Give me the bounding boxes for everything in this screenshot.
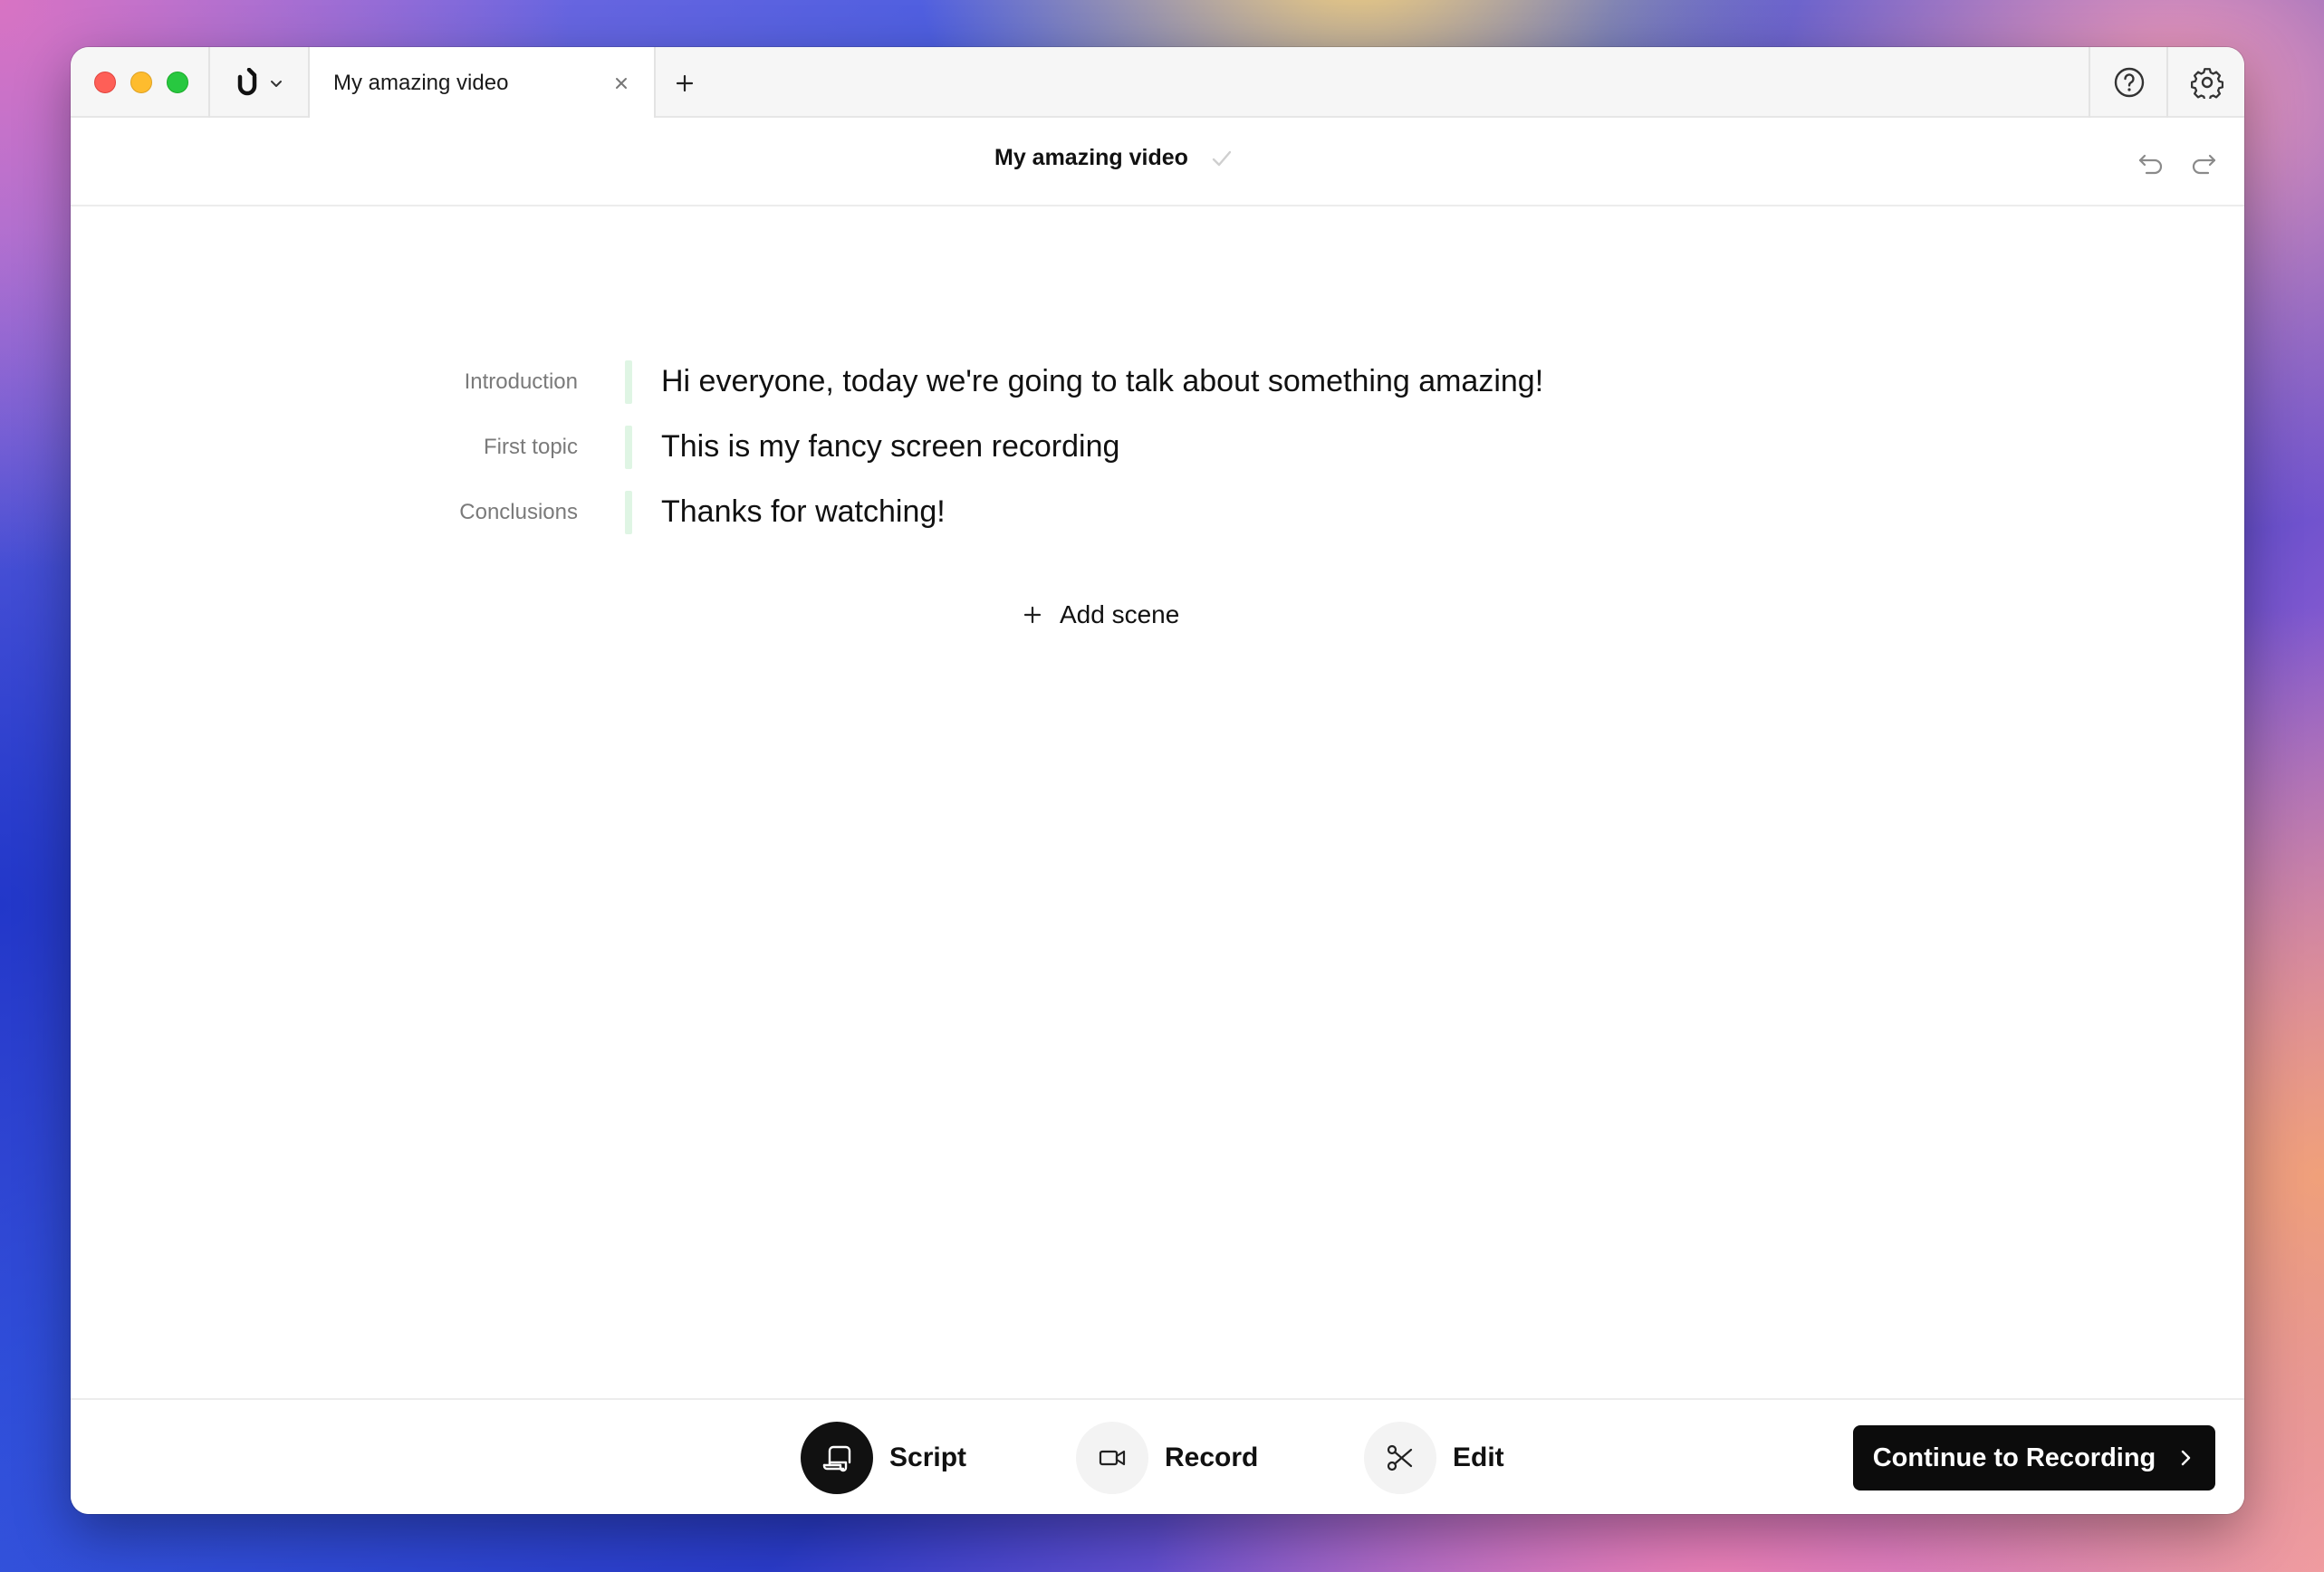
app-logo-icon — [237, 68, 257, 96]
app-window: My amazing video My amazing video Introd… — [71, 47, 2244, 1514]
scene-marker — [625, 491, 632, 534]
settings-button[interactable] — [2186, 62, 2228, 103]
step-record-group[interactable]: Record — [1076, 1422, 1258, 1494]
scissors-icon — [1387, 1444, 1413, 1471]
step-label: Script — [889, 1443, 967, 1472]
gear-icon — [2191, 68, 2223, 99]
zoom-window-button[interactable] — [167, 72, 188, 93]
video-camera-icon — [1099, 1450, 1126, 1466]
step-script[interactable]: Script — [801, 1422, 966, 1494]
continue-label: Continue to Recording — [1872, 1443, 2156, 1472]
redo-icon[interactable] — [2188, 147, 2219, 177]
add-scene-label: Add scene — [1060, 600, 1180, 628]
close-window-button[interactable] — [94, 72, 116, 93]
scene-row[interactable]: First topic This is my fancy screen reco… — [71, 426, 2244, 469]
divider — [208, 47, 210, 118]
help-icon — [2114, 67, 2145, 98]
step-icon-circle — [1364, 1422, 1436, 1494]
scene-label[interactable]: Introduction — [465, 369, 578, 395]
undo-icon[interactable] — [2136, 147, 2166, 177]
minimize-window-button[interactable] — [130, 72, 152, 93]
scene-text[interactable]: Hi everyone, today we're going to talk a… — [661, 364, 1543, 399]
scene-marker — [625, 426, 632, 469]
workflow-footer: Script Record Edit Continue to Recording — [71, 1398, 2244, 1514]
step-label: Edit — [1453, 1443, 1504, 1472]
tab-bar: My amazing video — [71, 47, 2244, 120]
close-icon[interactable] — [612, 74, 630, 92]
scene-text[interactable]: This is my fancy screen recording — [661, 429, 1119, 465]
step-label: Record — [1165, 1443, 1259, 1472]
divider — [2089, 47, 2090, 118]
step-icon-circle — [801, 1422, 873, 1494]
document-title-group: My amazing video — [994, 145, 1234, 171]
chevron-down-icon — [271, 81, 282, 87]
help-button[interactable] — [2108, 62, 2150, 103]
add-scene-button[interactable]: Add scene — [1022, 592, 1179, 637]
checkmark-icon — [1212, 150, 1232, 166]
document-header: My amazing video — [71, 120, 2244, 206]
app-menu-button[interactable] — [234, 65, 306, 101]
scene-label[interactable]: First topic — [484, 435, 578, 460]
plus-icon — [1023, 606, 1042, 624]
plus-icon — [676, 74, 694, 92]
document-title[interactable]: My amazing video — [994, 145, 1188, 171]
divider — [654, 47, 656, 118]
step-icon-circle — [1076, 1422, 1148, 1494]
scene-marker — [625, 360, 632, 404]
tab-my-amazing-video[interactable]: My amazing video — [310, 47, 654, 120]
new-tab-button[interactable] — [668, 67, 701, 100]
tab-title: My amazing video — [333, 71, 509, 95]
step-edit[interactable]: Edit — [1364, 1422, 1504, 1494]
script-icon — [822, 1445, 851, 1472]
scene-row[interactable]: Introduction Hi everyone, today we're go… — [71, 360, 2244, 404]
traffic-lights — [94, 72, 188, 93]
scene-text[interactable]: Thanks for watching! — [661, 494, 946, 530]
scene-row[interactable]: Conclusions Thanks for watching! — [71, 491, 2244, 534]
chevron-right-icon — [2182, 1450, 2191, 1466]
scene-label[interactable]: Conclusions — [459, 500, 578, 525]
continue-to-recording-button[interactable]: Continue to Recording — [1853, 1425, 2215, 1491]
divider — [2166, 47, 2168, 118]
